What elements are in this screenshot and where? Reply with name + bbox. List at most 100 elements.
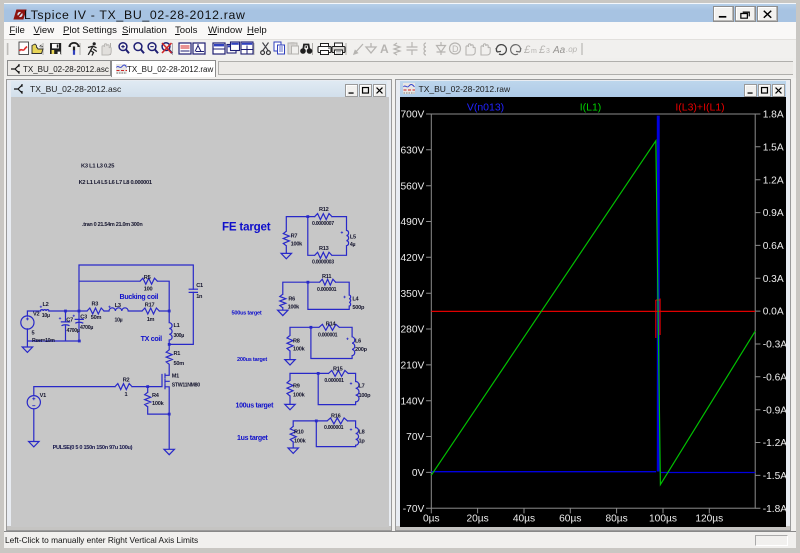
svg-text:1n: 1n [196, 294, 203, 300]
svg-text:£: £ [523, 44, 531, 56]
svg-text:700V: 700V [400, 109, 424, 120]
svg-text:L8: L8 [359, 429, 365, 435]
svg-text:R12: R12 [319, 207, 329, 213]
svg-text:20µs: 20µs [466, 513, 488, 524]
svg-text:0.0A: 0.0A [762, 306, 783, 317]
svg-text:-1.8A: -1.8A [762, 503, 785, 514]
svg-text:£: £ [538, 44, 546, 56]
svg-text:0.3A: 0.3A [762, 273, 783, 284]
svg-text:V2: V2 [33, 311, 39, 317]
svg-text:FE target: FE target [222, 220, 271, 233]
svg-text:I(L1): I(L1) [579, 101, 601, 113]
svg-text:L3: L3 [115, 303, 121, 309]
svg-text:100k: 100k [291, 241, 304, 247]
svg-text:R5: R5 [144, 274, 151, 280]
svg-text:0.000001: 0.000001 [324, 425, 344, 431]
svg-text:R8: R8 [293, 338, 300, 344]
svg-text:R2: R2 [123, 377, 130, 383]
svg-text:420V: 420V [400, 252, 424, 263]
svg-text:TX coil: TX coil [141, 334, 162, 342]
svg-text:60µs: 60µs [559, 513, 581, 524]
svg-text:280V: 280V [400, 324, 424, 335]
svg-text:100µs: 100µs [649, 513, 677, 524]
svg-text:80µs: 80µs [605, 513, 627, 524]
svg-text:0.0000003: 0.0000003 [312, 259, 334, 265]
svg-text:100k: 100k [294, 438, 307, 444]
svg-text:300µ: 300µ [174, 332, 185, 338]
svg-text:0µs: 0µs [422, 513, 439, 524]
svg-text:D: D [452, 44, 459, 54]
svg-text:-0.3A: -0.3A [762, 339, 785, 350]
svg-text:-0.9A: -0.9A [762, 405, 785, 416]
svg-text:R13: R13 [319, 246, 329, 252]
svg-text:630V: 630V [400, 145, 424, 156]
svg-text:I(L3)+I(L1): I(L3)+I(L1) [675, 101, 724, 113]
svg-text:50m: 50m [91, 314, 102, 320]
svg-text:R15: R15 [333, 366, 343, 372]
svg-text:R16: R16 [331, 413, 341, 419]
svg-text:490V: 490V [400, 217, 424, 228]
svg-text:-0.6A: -0.6A [762, 372, 785, 383]
svg-text:1p: 1p [359, 438, 366, 444]
svg-text:100us target: 100us target [236, 402, 275, 409]
svg-text:-1.5A: -1.5A [762, 471, 785, 482]
svg-text:5: 5 [32, 330, 35, 336]
svg-text:A: A [380, 42, 389, 56]
svg-text:R1: R1 [174, 351, 181, 357]
svg-text:L4: L4 [352, 296, 359, 302]
svg-text:C3: C3 [80, 314, 87, 320]
svg-text:1: 1 [125, 392, 128, 398]
svg-text:Rser=10m: Rser=10m [32, 337, 55, 343]
svg-text:50m: 50m [174, 360, 185, 366]
svg-text:100k: 100k [288, 304, 301, 310]
svg-text:500p: 500p [352, 305, 365, 311]
svg-text:.op: .op [566, 45, 578, 54]
svg-text:Bucking coil: Bucking coil [120, 293, 159, 301]
svg-text:1.2A: 1.2A [762, 175, 783, 186]
svg-text:K3 L1 L3 0.25: K3 L1 L3 0.25 [81, 163, 114, 169]
svg-text:4µ: 4µ [350, 242, 356, 248]
svg-text:200us target: 200us target [237, 357, 267, 363]
svg-text:0.000001: 0.000001 [317, 287, 337, 293]
svg-text:1.8A: 1.8A [762, 109, 783, 120]
svg-text:40µs: 40µs [512, 513, 534, 524]
svg-text:100k: 100k [152, 400, 165, 406]
svg-text:R10: R10 [294, 429, 304, 435]
svg-text:L2: L2 [43, 302, 49, 308]
svg-text:M1: M1 [172, 373, 179, 379]
svg-text:STW11NM80: STW11NM80 [172, 382, 201, 388]
svg-text:-1.2A: -1.2A [762, 438, 785, 449]
svg-text:500us target: 500us target [232, 310, 262, 316]
svg-text:-70V: -70V [402, 503, 424, 514]
svg-text:70V: 70V [406, 432, 424, 443]
svg-text:R17: R17 [145, 302, 155, 308]
svg-text:R14: R14 [326, 321, 337, 327]
svg-text:100k: 100k [293, 392, 306, 398]
svg-text:R4: R4 [152, 393, 160, 399]
svg-text:L7: L7 [359, 383, 365, 389]
svg-text:0.0000007: 0.0000007 [312, 221, 334, 227]
svg-text:100: 100 [144, 286, 153, 292]
svg-text:R9: R9 [293, 383, 300, 389]
svg-text:R11: R11 [322, 274, 331, 280]
svg-text:200p: 200p [355, 347, 368, 353]
svg-text:m: m [531, 48, 537, 55]
svg-text:4700µ: 4700µ [80, 325, 93, 331]
svg-text:350V: 350V [400, 288, 424, 299]
svg-text:1m: 1m [147, 316, 155, 322]
svg-text:V(n013): V(n013) [466, 101, 503, 113]
svg-text:L1: L1 [174, 323, 180, 329]
svg-text:100k: 100k [293, 346, 306, 352]
svg-text:C7: C7 [66, 317, 73, 323]
svg-text:K2 L1 L4 L5 L6 L7 L8 0.000001: K2 L1 L4 L5 L6 L7 L8 0.000001 [79, 180, 152, 186]
svg-text:140V: 140V [400, 396, 424, 407]
svg-text:L5: L5 [350, 234, 356, 240]
svg-text:10µ: 10µ [115, 317, 123, 323]
svg-text:V1: V1 [40, 393, 46, 399]
svg-text:L6: L6 [355, 338, 361, 344]
svg-text:120µs: 120µs [695, 513, 723, 524]
svg-text:0V: 0V [411, 468, 424, 479]
svg-text:0.9A: 0.9A [762, 208, 783, 219]
svg-text:560V: 560V [400, 181, 424, 192]
svg-text:PULSE(0 5 0 150n 150n 97u 100u: PULSE(0 5 0 150n 150n 97u 100u) [53, 444, 133, 450]
